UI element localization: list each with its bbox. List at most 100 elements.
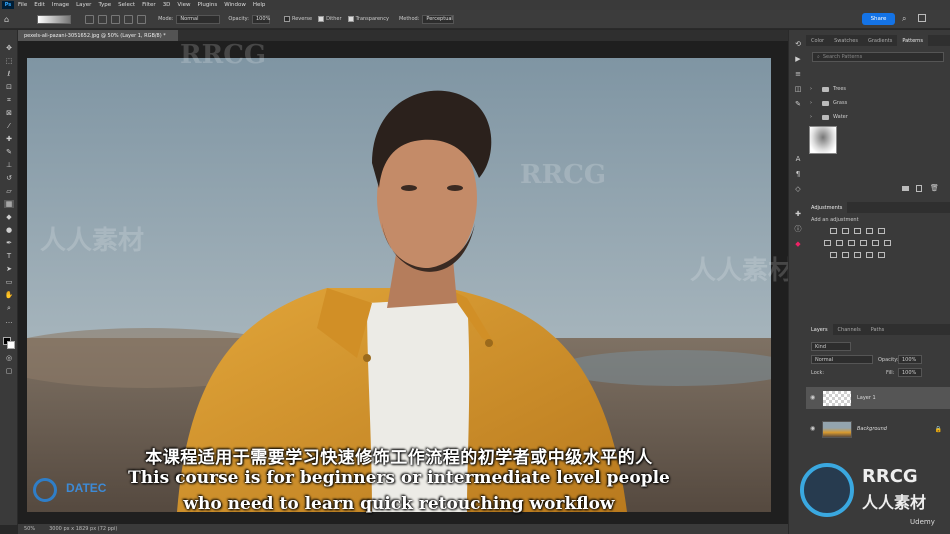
object-select-tool-icon[interactable]: ⊡ — [4, 83, 14, 91]
type-tool-icon[interactable]: T — [4, 252, 14, 260]
menu-window[interactable]: Window — [224, 2, 246, 8]
share-button[interactable]: Share — [862, 13, 895, 25]
menu-filter[interactable]: Filter — [142, 2, 156, 8]
exposure-icon[interactable] — [866, 228, 873, 234]
pen-tool-icon[interactable]: ✒ — [4, 239, 14, 247]
menu-file[interactable]: File — [18, 2, 27, 8]
brush-settings-icon[interactable]: ✎ — [793, 100, 803, 108]
pattern-group-trees[interactable]: › Trees — [806, 84, 950, 94]
paragraph-panel-icon[interactable]: ¶ — [793, 170, 803, 178]
home-icon[interactable]: ⌂ — [4, 15, 9, 24]
new-pattern-icon[interactable] — [916, 185, 922, 192]
gradient-tool-icon[interactable]: ▦ — [4, 200, 14, 208]
color-balance-icon[interactable] — [836, 240, 843, 246]
dither-checkbox[interactable] — [318, 16, 325, 22]
blur-tool-icon[interactable]: ◆ — [4, 213, 14, 221]
pattern-group-grass[interactable]: › Grass — [806, 98, 950, 108]
layer-opacity-field[interactable]: 100% — [898, 355, 922, 364]
glyphs-panel-icon[interactable]: ◇ — [793, 185, 803, 193]
search-icon[interactable]: ⌕ — [902, 14, 906, 24]
opacity-field[interactable]: 100% — [251, 14, 270, 24]
method-select[interactable]: Perceptual — [422, 14, 455, 24]
libraries-panel-icon[interactable]: ◫ — [793, 85, 803, 93]
layer-row-background[interactable]: ◉ Background 🔒 — [806, 418, 950, 440]
status-zoom[interactable]: 50% — [24, 526, 35, 532]
pattern-group-water[interactable]: › Water — [806, 112, 950, 122]
layer-kind-filter[interactable]: Kind — [811, 342, 851, 351]
hand-tool-icon[interactable]: ✋ — [4, 291, 14, 299]
tab-layers[interactable]: Layers — [806, 324, 833, 335]
posterize-icon[interactable] — [842, 252, 849, 258]
tab-color[interactable]: Color — [806, 35, 829, 46]
healing-brush-tool-icon[interactable]: ✚ — [4, 135, 14, 143]
pattern-thumbnail[interactable] — [809, 126, 837, 154]
gradient-preview[interactable] — [37, 14, 72, 24]
marquee-tool-icon[interactable]: ⬚ — [4, 57, 14, 65]
menu-3d[interactable]: 3D — [163, 2, 171, 8]
angle-gradient-button[interactable] — [111, 14, 121, 24]
history-panel-icon[interactable]: ⟲ — [793, 40, 803, 48]
frame-tool-icon[interactable]: ⊠ — [4, 109, 14, 117]
blend-mode-select[interactable]: Normal — [811, 355, 873, 364]
eye-icon[interactable]: ◉ — [810, 395, 818, 401]
tab-paths[interactable]: Paths — [866, 324, 890, 335]
dodge-tool-icon[interactable]: ● — [4, 226, 14, 234]
new-group-icon[interactable] — [902, 186, 909, 191]
menu-select[interactable]: Select — [118, 2, 135, 8]
menu-plugins[interactable]: Plugins — [197, 2, 217, 8]
brush-tool-icon[interactable]: ✎ — [4, 148, 14, 156]
tab-channels[interactable]: Channels — [833, 324, 866, 335]
styles-panel-icon[interactable]: ✚ — [793, 210, 803, 218]
screen-mode-icon[interactable]: ▢ — [4, 367, 14, 375]
fill-field[interactable]: 100% — [898, 368, 922, 377]
channel-mixer-icon[interactable] — [872, 240, 879, 246]
history-brush-tool-icon[interactable]: ↺ — [4, 174, 14, 182]
threshold-icon[interactable] — [854, 252, 861, 258]
transparency-checkbox[interactable] — [347, 16, 354, 22]
vibrance-icon[interactable] — [878, 228, 885, 234]
trash-icon[interactable]: 🗑 — [930, 184, 939, 192]
crop-tool-icon[interactable]: ⌗ — [4, 96, 14, 104]
curves-icon[interactable] — [854, 228, 861, 234]
brightness-icon[interactable] — [830, 228, 837, 234]
linear-gradient-button[interactable] — [85, 14, 95, 24]
black-white-icon[interactable] — [848, 240, 855, 246]
menu-edit[interactable]: Edit — [34, 2, 45, 8]
document-tab[interactable]: pexels-ali-pazani-3051652.jpg @ 50% (Lay… — [18, 30, 178, 41]
tab-adjustments[interactable]: Adjustments — [806, 202, 848, 213]
workspace-icon[interactable] — [918, 14, 926, 22]
selective-color-icon[interactable] — [878, 252, 885, 258]
reverse-checkbox[interactable] — [283, 16, 290, 22]
invert-icon[interactable] — [830, 252, 837, 258]
clone-stamp-tool-icon[interactable]: ⊥ — [4, 161, 14, 169]
eraser-tool-icon[interactable]: ▱ — [4, 187, 14, 195]
actions-panel-icon[interactable]: ▶ — [793, 55, 803, 63]
eye-icon[interactable]: ◉ — [810, 426, 818, 432]
patterns-search-field[interactable]: ⌕ Search Patterns — [812, 52, 944, 62]
eyedropper-tool-icon[interactable]: ⁄ — [4, 122, 14, 130]
color-lookup-icon[interactable] — [884, 240, 891, 246]
levels-icon[interactable] — [842, 228, 849, 234]
edit-toolbar-icon[interactable]: … — [4, 317, 14, 325]
tab-gradients[interactable]: Gradients — [863, 35, 897, 46]
hue-saturation-icon[interactable] — [824, 240, 831, 246]
tab-swatches[interactable]: Swatches — [829, 35, 863, 46]
layer-row-layer-1[interactable]: ◉ Layer 1 — [806, 387, 950, 409]
radial-gradient-button[interactable] — [98, 14, 108, 24]
photo-filter-icon[interactable] — [860, 240, 867, 246]
diamond-gradient-button[interactable] — [137, 14, 147, 24]
zoom-tool-icon[interactable]: ⌕ — [4, 304, 14, 312]
lasso-tool-icon[interactable]: ℓ — [4, 70, 14, 78]
move-tool-icon[interactable]: ✥ — [4, 44, 14, 52]
menu-help[interactable]: Help — [253, 2, 266, 8]
mode-select[interactable]: Normal — [176, 14, 221, 24]
gradient-map-icon[interactable] — [866, 252, 873, 258]
background-color-swatch[interactable] — [7, 341, 15, 349]
rectangle-tool-icon[interactable]: ▭ — [4, 278, 14, 286]
menu-type[interactable]: Type — [98, 2, 111, 8]
menu-layer[interactable]: Layer — [76, 2, 91, 8]
info-panel-icon[interactable]: ⓘ — [793, 225, 803, 233]
reflected-gradient-button[interactable] — [124, 14, 134, 24]
character-panel-icon[interactable]: A — [793, 155, 803, 163]
menu-view[interactable]: View — [177, 2, 190, 8]
